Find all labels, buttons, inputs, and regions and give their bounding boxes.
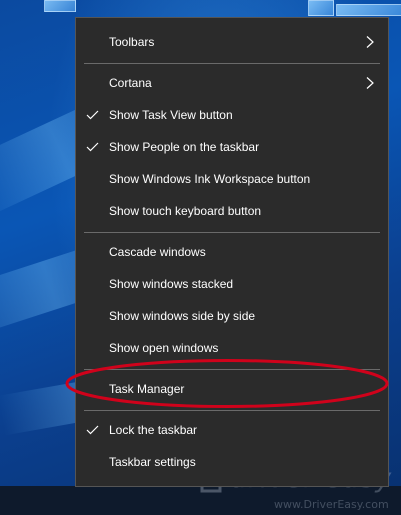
windows-logo-pane [44, 0, 76, 12]
menu-item-label: Show touch keyboard button [109, 204, 262, 218]
menu-item-label: Taskbar settings [109, 455, 196, 469]
menu-item-label: Show Task View button [109, 108, 233, 122]
menu-item-show-people-on-taskbar[interactable]: Show People on the taskbar [76, 131, 388, 163]
menu-item-lock-the-taskbar[interactable]: Lock the taskbar [76, 414, 388, 446]
menu-item-show-windows-side-by-side[interactable]: Show windows side by side [76, 300, 388, 332]
task-manager-highlight-ellipse [65, 359, 389, 408]
menu-item-label: Show windows stacked [109, 277, 234, 291]
windows-logo-pane [308, 0, 334, 16]
menu-item-cascade-windows[interactable]: Cascade windows [76, 236, 388, 268]
windows-logo-pane [336, 4, 401, 16]
checkmark-icon [86, 142, 99, 152]
watermark-url: www.DriverEasy.com [274, 498, 389, 511]
menu-item-label: Cascade windows [109, 245, 206, 259]
menu-item-taskbar-settings[interactable]: Taskbar settings [76, 446, 388, 478]
menu-item-show-task-view-button[interactable]: Show Task View button [76, 99, 388, 131]
chevron-right-icon [366, 77, 374, 89]
menu-item-label: Cortana [109, 76, 152, 90]
menu-item-cortana[interactable]: Cortana [76, 67, 388, 99]
menu-item-label: Lock the taskbar [109, 423, 198, 437]
menu-item-show-windows-ink-workspace-button[interactable]: Show Windows Ink Workspace button [76, 163, 388, 195]
menu-separator [84, 410, 380, 411]
taskbar-context-menu: Toolbars Cortana Show Task View button S… [75, 17, 389, 487]
checkmark-icon [86, 110, 99, 120]
menu-separator [84, 232, 380, 233]
menu-separator [84, 63, 380, 64]
menu-item-label: Show open windows [109, 341, 219, 355]
menu-item-show-windows-stacked[interactable]: Show windows stacked [76, 268, 388, 300]
menu-item-show-touch-keyboard-button[interactable]: Show touch keyboard button [76, 195, 388, 227]
chevron-right-icon [366, 36, 374, 48]
menu-item-label: Show Windows Ink Workspace button [109, 172, 311, 186]
menu-item-toolbars[interactable]: Toolbars [76, 26, 388, 58]
menu-item-label: Show windows side by side [109, 309, 256, 323]
menu-item-label: Toolbars [109, 35, 155, 49]
menu-item-label: Show People on the taskbar [109, 140, 260, 154]
checkmark-icon [86, 425, 99, 435]
